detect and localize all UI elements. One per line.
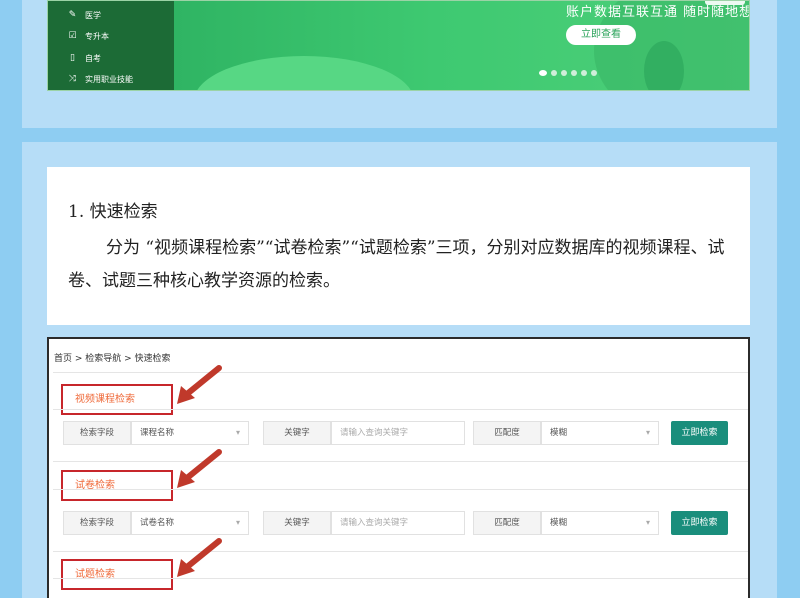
divider	[53, 461, 748, 462]
carousel-dots[interactable]	[539, 70, 597, 76]
keyword-label: 关键字	[263, 511, 331, 535]
field-select[interactable]: 试卷名称 ▾	[131, 511, 249, 535]
section-title-video[interactable]: 视频课程检索	[61, 384, 173, 415]
chevron-down-icon: ▾	[645, 518, 650, 527]
carousel-dot[interactable]	[591, 70, 597, 76]
category-menu: ✎ 医学 ☑ 专升本 ▯ 自考 ⤨ 实用职业技能	[48, 1, 174, 90]
menu-item-vocational[interactable]: ⤨ 实用职业技能	[68, 74, 133, 85]
match-select-value: 模糊	[550, 518, 568, 528]
menu-item-upgrade[interactable]: ☑ 专升本	[68, 31, 109, 42]
section-title-paper[interactable]: 试卷检索	[61, 470, 173, 501]
field-label: 检索字段	[63, 511, 131, 535]
keyword-placeholder: 请输入查询关键字	[340, 518, 409, 528]
field-label: 检索字段	[63, 421, 131, 445]
banner-hill	[194, 56, 414, 90]
carousel-dot[interactable]	[571, 70, 577, 76]
chevron-down-icon: ▾	[235, 428, 240, 437]
menu-item-label: 实用职业技能	[85, 75, 133, 84]
match-select-value: 模糊	[550, 428, 568, 438]
breadcrumb: 首页 > 检索导航 > 快速检索	[54, 354, 171, 364]
divider	[53, 489, 748, 490]
field-select-value: 试卷名称	[140, 518, 175, 528]
carousel-dot[interactable]	[561, 70, 567, 76]
keyword-input[interactable]: 请输入查询关键字	[331, 511, 465, 535]
keyword-placeholder: 请输入查询关键字	[340, 428, 409, 438]
divider	[53, 578, 748, 579]
chevron-down-icon: ▾	[235, 518, 240, 527]
menu-item-medicine[interactable]: ✎ 医学	[68, 10, 101, 21]
search-row-video: 检索字段 课程名称 ▾ 关键字 请输入查询关键字 匹配度 模糊 ▾ 立即检索	[63, 421, 743, 445]
search-button-paper[interactable]: 立即检索	[671, 511, 728, 535]
menu-item-label: 医学	[85, 11, 101, 20]
article-heading: 1. 快速检索	[68, 202, 158, 222]
menu-item-label: 自考	[85, 54, 101, 63]
divider	[53, 551, 748, 552]
menu-item-self-study[interactable]: ▯ 自考	[68, 53, 101, 64]
keyword-input[interactable]: 请输入查询关键字	[331, 421, 465, 445]
match-label: 匹配度	[473, 421, 541, 445]
banner-corner-tab	[705, 1, 745, 5]
carousel-dot[interactable]	[551, 70, 557, 76]
banner-artwork: 账户数据互联互通 随时随地想学就学 立即查看	[174, 1, 749, 90]
search-screenshot: 首页 > 检索导航 > 快速检索 视频课程检索 检索字段 课程名称 ▾ 关键字 …	[47, 337, 750, 598]
menu-item-label: 专升本	[85, 32, 109, 41]
carousel-dot[interactable]	[539, 70, 547, 76]
shuffle-icon: ⤨	[68, 74, 77, 84]
search-button-video[interactable]: 立即检索	[671, 421, 728, 445]
match-select[interactable]: 模糊 ▾	[541, 421, 659, 445]
match-select[interactable]: 模糊 ▾	[541, 511, 659, 535]
article-paragraph: 分为 “视频课程检索”“试卷检索”“试题检索”三项，分别对应数据库的视频课程、试…	[68, 238, 725, 291]
match-label: 匹配度	[473, 511, 541, 535]
chevron-down-icon: ▾	[645, 428, 650, 437]
document-icon: ▯	[70, 53, 75, 63]
field-select[interactable]: 课程名称 ▾	[131, 421, 249, 445]
view-now-button[interactable]: 立即查看	[566, 25, 636, 45]
field-select-value: 课程名称	[140, 428, 175, 438]
arrow-icon	[177, 365, 222, 404]
arrow-icon	[177, 449, 222, 488]
carousel-dot[interactable]	[581, 70, 587, 76]
arrow-icon	[177, 538, 222, 577]
divider	[53, 409, 748, 410]
divider	[53, 372, 748, 373]
keyword-label: 关键字	[263, 421, 331, 445]
search-row-paper: 检索字段 试卷名称 ▾ 关键字 请输入查询关键字 匹配度 模糊 ▾ 立即检索	[63, 511, 743, 535]
pencil-icon: ✎	[68, 10, 77, 20]
edit-doc-icon: ☑	[68, 31, 77, 41]
promo-banner: ✎ 医学 ☑ 专升本 ▯ 自考 ⤨ 实用职业技能 账户数据互联互通 随时随地想学…	[47, 0, 750, 91]
section-title-question[interactable]: 试题检索	[61, 559, 173, 590]
article-card: 1. 快速检索 分为 “视频课程检索”“试卷检索”“试题检索”三项，分别对应数据…	[47, 167, 750, 325]
